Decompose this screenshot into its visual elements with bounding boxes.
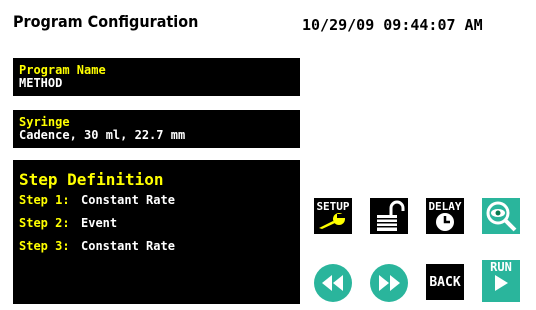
step-row[interactable]: Step 1: Constant Rate (19, 193, 300, 216)
run-button[interactable]: RUN (482, 260, 520, 302)
syringe-value: Cadence, 30 ml, 22.7 mm (19, 128, 186, 142)
back-label: BACK (429, 274, 461, 290)
device-screen: Program Configuration 10/29/09 09:44:07 … (2, 2, 534, 308)
rewind-icon (322, 275, 343, 291)
next-button[interactable] (370, 264, 408, 302)
unlock-icon (371, 198, 407, 234)
delay-label: DELAY (428, 200, 462, 213)
magnifier-eye-icon (486, 201, 517, 232)
back-button[interactable]: BACK (426, 264, 464, 300)
setup-label: SETUP (316, 200, 350, 213)
run-label: RUN (490, 260, 512, 274)
previous-button[interactable] (314, 264, 352, 302)
view-button[interactable] (482, 198, 520, 234)
program-name-value: METHOD (19, 76, 63, 90)
delay-button[interactable]: DELAY (426, 198, 464, 234)
clock-icon (436, 213, 454, 231)
step-type: Event (81, 216, 118, 230)
step-definition-panel[interactable]: Step Definition Step 1: Constant Rate Ste… (13, 160, 300, 304)
play-icon (495, 275, 508, 291)
page-title: Program Configuration (13, 12, 199, 31)
fast-forward-icon (379, 275, 400, 291)
step-number-label: Step 1: (19, 193, 70, 207)
step-type: Constant Rate (81, 193, 175, 207)
step-row[interactable]: Step 2: Event (19, 216, 300, 239)
lock-button[interactable] (370, 198, 408, 234)
syringe-field[interactable]: Syringe Cadence, 30 ml, 22.7 mm (13, 110, 300, 148)
setup-button[interactable]: SETUP (314, 198, 352, 234)
step-row[interactable]: Step 3: Constant Rate (19, 239, 300, 262)
program-name-field[interactable]: Program Name METHOD (13, 58, 300, 96)
step-type: Constant Rate (81, 239, 175, 253)
datetime-display: 10/29/09 09:44:07 AM (302, 16, 483, 34)
step-definition-heading: Step Definition (19, 170, 164, 189)
step-number-label: Step 2: (19, 216, 70, 230)
step-number-label: Step 3: (19, 239, 70, 253)
wrench-icon (319, 213, 345, 229)
